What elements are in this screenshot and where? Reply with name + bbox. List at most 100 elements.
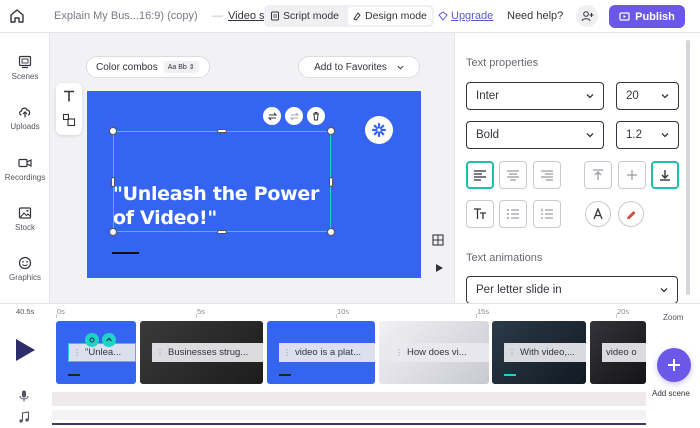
text-tool-icon[interactable] [62, 89, 76, 103]
drag-handle-icon[interactable]: ⋮ [73, 348, 81, 357]
favorites-label: Add to Favorites [314, 61, 387, 73]
resize-handle-se[interactable] [327, 228, 335, 236]
drag-handle-icon[interactable]: ⋮ [508, 348, 516, 357]
resize-handle-n[interactable] [217, 129, 227, 133]
audio-track[interactable] [52, 392, 646, 406]
drag-handle-icon[interactable]: ⋮ [395, 348, 403, 357]
timeline-scrollbar[interactable] [52, 423, 646, 425]
scene-label[interactable]: ⋮ video is a plat... [279, 343, 375, 362]
properties-scrollbar[interactable] [686, 40, 690, 295]
scene-thumbnail[interactable]: ⋮ "Unlea... [56, 321, 136, 384]
microphone-icon[interactable] [18, 390, 30, 402]
valign-middle-button[interactable] [618, 161, 646, 189]
nav-item-stock[interactable]: Stock [0, 206, 50, 246]
add-user-icon [581, 10, 593, 21]
nav-label-graphics: Graphics [8, 273, 41, 282]
zoom-label[interactable]: Zoom [663, 313, 683, 322]
text-animation-value: Per letter slide in [476, 284, 562, 296]
resize-handle-ne[interactable] [327, 127, 335, 135]
font-family-value: Inter [476, 90, 500, 102]
music-icon[interactable] [18, 411, 30, 423]
scene-thumbnail[interactable]: video o [590, 321, 646, 384]
align-bottom-icon [660, 170, 670, 181]
text-color-button[interactable] [585, 201, 611, 227]
scene-thumbnail[interactable]: ⋮ Businesses strug... [140, 321, 263, 384]
align-center-button[interactable] [499, 161, 527, 189]
text-animation-select[interactable]: Per letter slide in [466, 276, 678, 304]
text-properties-title: Text properties [466, 57, 539, 69]
upgrade-link[interactable]: Upgrade [438, 10, 493, 22]
nav-item-graphics[interactable]: Graphics [0, 256, 50, 296]
font-weight-select[interactable]: Bold [466, 121, 604, 149]
scene-thumbnail[interactable]: ⋮ video is a plat... [267, 321, 375, 384]
nav-item-uploads[interactable]: Uploads [0, 105, 50, 145]
scene-label[interactable]: video o [602, 343, 646, 362]
title-separator: — [212, 10, 223, 22]
home-icon[interactable] [8, 7, 26, 25]
scene-collapse-button[interactable] [102, 333, 116, 347]
numbered-list-icon [541, 208, 553, 219]
mode-toggle: Script mode Design mode [264, 5, 434, 27]
valign-bottom-button[interactable] [651, 161, 679, 189]
scene-thumbnail[interactable]: ⋮ How does vi... [379, 321, 489, 384]
add-to-favorites-button[interactable]: Add to Favorites [298, 56, 420, 78]
script-mode-button[interactable]: Script mode [266, 7, 346, 25]
font-size-select[interactable]: 20 [616, 82, 679, 110]
ruler-tick [196, 314, 197, 318]
resize-handle-s[interactable] [217, 230, 227, 234]
scene-label[interactable]: ⋮ How does vi... [391, 343, 489, 362]
scene-label[interactable]: ⋮ Businesses strug... [152, 343, 263, 362]
ruler-tick [336, 314, 337, 318]
scene-label-text: With video,... [520, 347, 575, 358]
numbered-list-button[interactable] [533, 200, 561, 228]
grid-icon[interactable] [432, 234, 444, 246]
chevron-up-icon [106, 337, 112, 342]
resize-handle-w[interactable] [111, 177, 115, 187]
highlight-color-button[interactable] [618, 201, 644, 227]
drag-handle-icon[interactable]: ⋮ [156, 348, 164, 357]
swap-button[interactable] [263, 107, 281, 125]
scene-settings-button[interactable] [85, 333, 99, 347]
play-small-icon[interactable] [434, 263, 444, 273]
color-combo-chip[interactable]: Aa Bb ⇕ [163, 61, 199, 73]
add-scene-button[interactable] [657, 348, 691, 382]
script-icon [271, 11, 279, 21]
bullet-list-button[interactable] [499, 200, 527, 228]
help-link[interactable]: Need help? [507, 10, 563, 22]
link-icon [289, 112, 299, 120]
resize-handle-e[interactable] [329, 177, 333, 187]
scene-label[interactable]: ⋮ With video,... [504, 343, 586, 362]
link-button[interactable] [285, 107, 303, 125]
ruler-tick-label: 15s [477, 307, 490, 316]
nav-item-scenes[interactable]: Scenes [0, 55, 50, 95]
nav-item-recordings[interactable]: Recordings [0, 156, 50, 196]
ruler-tick [56, 314, 57, 318]
selection-box[interactable] [113, 131, 331, 232]
nav-label-uploads: Uploads [10, 122, 40, 131]
text-case-button[interactable] [466, 200, 494, 228]
video-link[interactable]: Video s [228, 10, 266, 22]
resize-handle-nw[interactable] [109, 127, 117, 135]
music-track[interactable] [52, 410, 646, 420]
design-mode-button[interactable]: Design mode [348, 7, 432, 25]
document-title[interactable]: Explain My Bus...16:9) (copy) [54, 10, 198, 22]
valign-top-button[interactable] [584, 161, 612, 189]
line-height-select[interactable]: 1.2 [616, 121, 679, 149]
delete-button[interactable] [307, 107, 325, 125]
resize-handle-sw[interactable] [109, 228, 117, 236]
add-user-button[interactable] [576, 5, 598, 27]
align-right-button[interactable] [533, 161, 561, 189]
logo-badge[interactable] [365, 116, 393, 144]
publish-button[interactable]: Publish [609, 5, 685, 28]
font-family-select[interactable]: Inter [466, 82, 604, 110]
layers-icon[interactable] [62, 113, 76, 127]
font-size-value: 20 [626, 90, 639, 102]
scene-thumbnail[interactable]: ⋮ With video,... [492, 321, 586, 384]
play-icon[interactable] [14, 338, 36, 362]
text-color-icon [593, 208, 603, 220]
add-scene-label: Add scene [652, 389, 690, 398]
color-combos-button[interactable]: Color combos Aa Bb ⇕ [86, 56, 210, 78]
drag-handle-icon[interactable]: ⋮ [283, 348, 291, 357]
align-left-button[interactable] [466, 161, 494, 189]
scene-label-text: How does vi... [407, 347, 467, 358]
